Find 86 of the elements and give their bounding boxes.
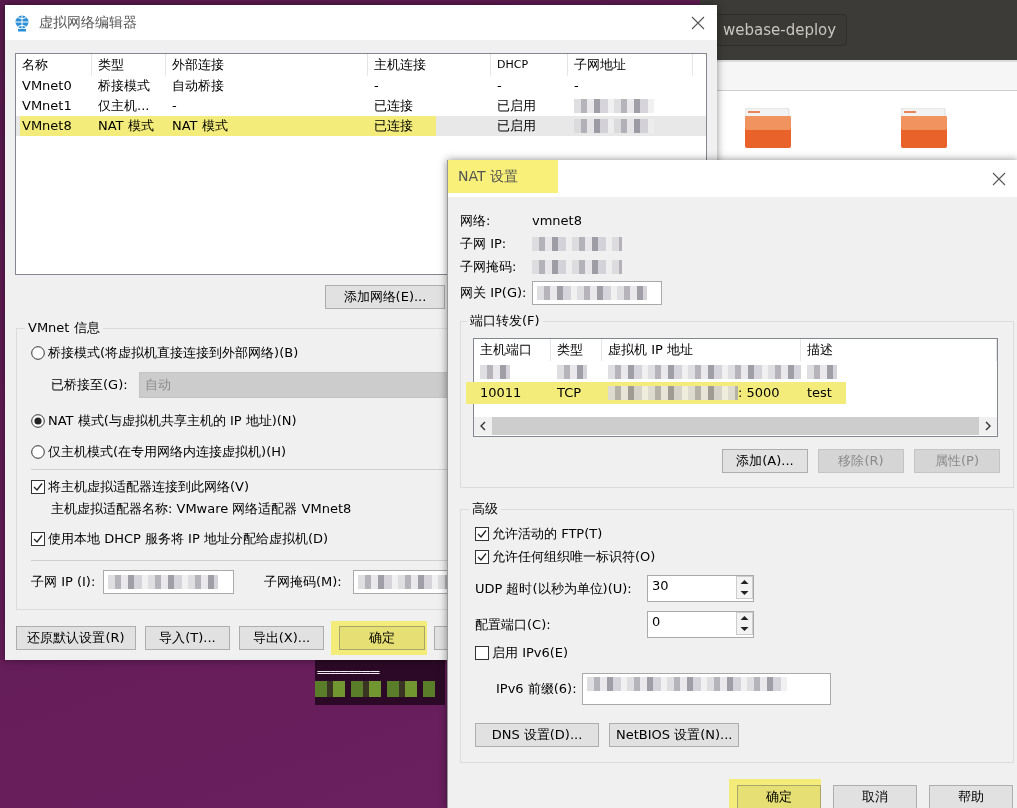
dialog-button[interactable]: NetBIOS 设置(N)... (609, 723, 740, 747)
column-header[interactable]: 外部连接 (166, 54, 368, 76)
radio-button[interactable]: 桥接模式(将虚拟机直接连接到外部网络)(B) (31, 342, 299, 364)
field-label: UDP 超时(以秒为单位)(U): (475, 579, 633, 598)
table-cell-text: 仅主机... (97, 97, 151, 115)
column-header[interactable]: DHCP (491, 54, 568, 76)
checkbox[interactable]: 使用本地 DHCP 服务将 IP 地址分配给虚拟机(D) (31, 528, 329, 550)
field-value: vmnet8 (532, 213, 582, 228)
dialog-button[interactable]: 导入(T)... (145, 626, 230, 650)
table-cell-text: - (373, 77, 380, 95)
globe-icon (13, 13, 31, 32)
table-cell-text: VMnet1 (21, 97, 73, 115)
blurred-text (807, 364, 837, 379)
table-cell-text: - (496, 77, 503, 95)
table-cell-text: 桥接模式 (97, 77, 151, 95)
table-cell-text: - (573, 77, 580, 95)
table-cell-text: TCP (556, 384, 583, 402)
blurred-text (480, 364, 510, 379)
table-cell: : 5000 (738, 385, 780, 400)
dialog-button[interactable]: 取消 (833, 785, 917, 808)
spin-arrows-icon[interactable] (736, 612, 753, 635)
table-cell-text: 10011 (479, 384, 523, 402)
close-icon[interactable] (992, 171, 1006, 186)
group-label: 端口转发(F) (469, 312, 541, 330)
column-header[interactable]: 主机连接 (368, 54, 491, 76)
field-label: 网络: (460, 211, 492, 230)
field-label: 网关 IP(G): (460, 283, 528, 302)
checkbox[interactable]: 将主机虚拟适配器连接到此网络(V) (31, 476, 250, 498)
checkbox[interactable]: 启用 IPv6(E) (475, 643, 569, 663)
group-label: 高级 (471, 500, 499, 518)
window-title: NAT 设置 (448, 160, 558, 193)
table-row[interactable]: VMnet8 NAT 模式 NAT 模式 已连接 已启用 (16, 116, 706, 136)
column-header[interactable]: 主机端口 (474, 339, 551, 361)
input-field[interactable] (103, 570, 234, 594)
table-cell-text: NAT 模式 (97, 117, 155, 135)
field-label: 子网掩码: (460, 257, 518, 276)
terminal-text: ============== (316, 668, 381, 677)
window-title: 虚拟网络编辑器 (39, 13, 138, 32)
table-row[interactable]: 10011 TCP : 5000 test (474, 382, 997, 403)
table-cell-text: VMnet0 (21, 77, 73, 95)
dialog-button[interactable]: 添加网络(E)... (325, 285, 445, 309)
folder-icon[interactable] (745, 108, 791, 148)
folder-icon[interactable] (901, 108, 947, 148)
table-cell-text: test (806, 384, 833, 402)
checkbox[interactable]: 允许任何组织唯一标识符(O) (475, 547, 656, 567)
table-cell-text: 已启用 (496, 117, 537, 135)
table-cell-text: VMnet8 (21, 117, 73, 135)
field-label: 子网 IP (I): (31, 573, 97, 591)
column-header[interactable]: 子网地址 (568, 54, 693, 76)
dialog-button[interactable]: 帮助 (929, 785, 1013, 808)
field-label: IPv6 前缀(6): (496, 680, 578, 698)
table-row[interactable]: VMnet1 仅主机... - 已连接 已启用 (16, 96, 706, 116)
table-cell-text: 已连接 (373, 117, 414, 135)
table-cell-text: 自动桥接 (171, 77, 225, 95)
spin-box[interactable]: 30 (647, 575, 754, 602)
dialog-button[interactable]: 确定 (737, 785, 821, 808)
field-label: 子网 IP: (460, 234, 508, 253)
dialog-button[interactable]: 还原默认设置(R) (16, 626, 136, 650)
field-label: 子网掩码(M): (264, 573, 343, 591)
spin-arrows-icon[interactable] (736, 576, 753, 599)
table-row[interactable]: VMnet0 桥接模式 自动桥接 - - - (16, 76, 706, 96)
close-icon[interactable] (691, 15, 705, 30)
column-header[interactable]: 虚拟机 IP 地址 (602, 339, 801, 361)
group-label: VMnet 信息 (27, 319, 101, 337)
adapter-name-text: 主机虚拟适配器名称: VMware 网络适配器 VMnet8 (50, 500, 352, 518)
table-cell-text: 已连接 (373, 97, 414, 115)
input-field[interactable] (532, 280, 662, 305)
field-label: 已桥接至(G): (51, 376, 129, 394)
column-header[interactable]: 类型 (92, 54, 166, 76)
dialog-button[interactable]: DNS 设置(D)... (475, 723, 599, 747)
table-cell-text: NAT 模式 (171, 117, 229, 135)
table-cell-text: 已启用 (496, 97, 537, 115)
radio-button[interactable]: NAT 模式(与虚拟机共享主机的 IP 地址)(N) (31, 410, 297, 432)
column-header[interactable]: 描述 (801, 339, 997, 361)
column-header[interactable]: 类型 (551, 339, 602, 361)
radio-button[interactable]: 仅主机模式(在专用网络内连接虚拟机)(H) (31, 441, 287, 463)
blurred-text (557, 364, 587, 379)
input-field[interactable] (582, 673, 831, 705)
checkbox[interactable]: 允许活动的 FTP(T) (475, 524, 603, 544)
dialog-button[interactable]: 导出(X)... (239, 626, 324, 650)
field-label: 配置端口(C): (475, 615, 552, 634)
dialog-button[interactable]: 添加(A)... (722, 449, 808, 473)
table-cell-text: - (171, 97, 178, 115)
spin-box[interactable]: 0 (647, 611, 754, 638)
column-header[interactable]: 名称 (16, 54, 92, 76)
dialog-button[interactable]: 确定 (339, 626, 425, 650)
